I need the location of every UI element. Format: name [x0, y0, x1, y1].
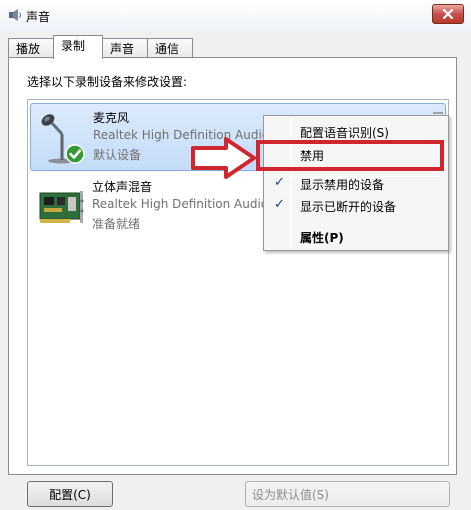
device-status: 默认设备 [93, 148, 142, 162]
close-icon [442, 9, 454, 19]
sound-dialog: 声音 播放 录制 声音 通信 选择以下录制设备来修改设置: 麦克风 Realte… [0, 0, 471, 510]
checkmark-icon: ✓ [274, 197, 285, 212]
red-arrow-annotation [191, 137, 256, 179]
context-menu: 配置语音识别(S) 禁用 ✓ 显示禁用的设备 ✓ 显示已断开的设备 属性(P) [263, 115, 449, 251]
menu-item-label: 显示已断开的设备 [300, 200, 397, 214]
tab-recording[interactable]: 录制 [53, 35, 103, 59]
title-bar: 声音 [0, 0, 471, 32]
tab-sounds[interactable]: 声音 [102, 38, 148, 58]
instruction-text: 选择以下录制设备来修改设置: [27, 75, 188, 89]
tab-communications[interactable]: 通信 [147, 38, 193, 58]
device-status: 准备就绪 [92, 217, 141, 231]
window-title: 声音 [26, 10, 51, 24]
set-default-button[interactable]: 设为默认值(S) [245, 481, 450, 507]
red-highlight-annotation [256, 140, 444, 171]
close-button[interactable] [432, 4, 464, 24]
speaker-icon [9, 9, 21, 21]
menu-item-show-disabled[interactable]: ✓ 显示禁用的设备 [266, 173, 446, 195]
menu-item-label: 配置语音识别(S) [300, 126, 389, 140]
device-driver: Realtek High Definition Audio [92, 197, 269, 211]
tab-playback[interactable]: 播放 [8, 38, 54, 58]
device-name: 立体声混音 [92, 180, 153, 194]
menu-item-label: 显示禁用的设备 [300, 178, 385, 192]
checkmark-icon: ✓ [274, 175, 285, 190]
menu-item-label: 属性(P) [300, 231, 344, 245]
menu-item-properties[interactable]: 属性(P) [266, 226, 446, 248]
configure-button[interactable]: 配置(C) [27, 481, 113, 507]
device-name: 麦克风 [93, 111, 130, 125]
microphone-icon [41, 114, 85, 164]
sound-card-icon [39, 191, 84, 223]
menu-item-show-disconnected[interactable]: ✓ 显示已断开的设备 [266, 195, 446, 217]
